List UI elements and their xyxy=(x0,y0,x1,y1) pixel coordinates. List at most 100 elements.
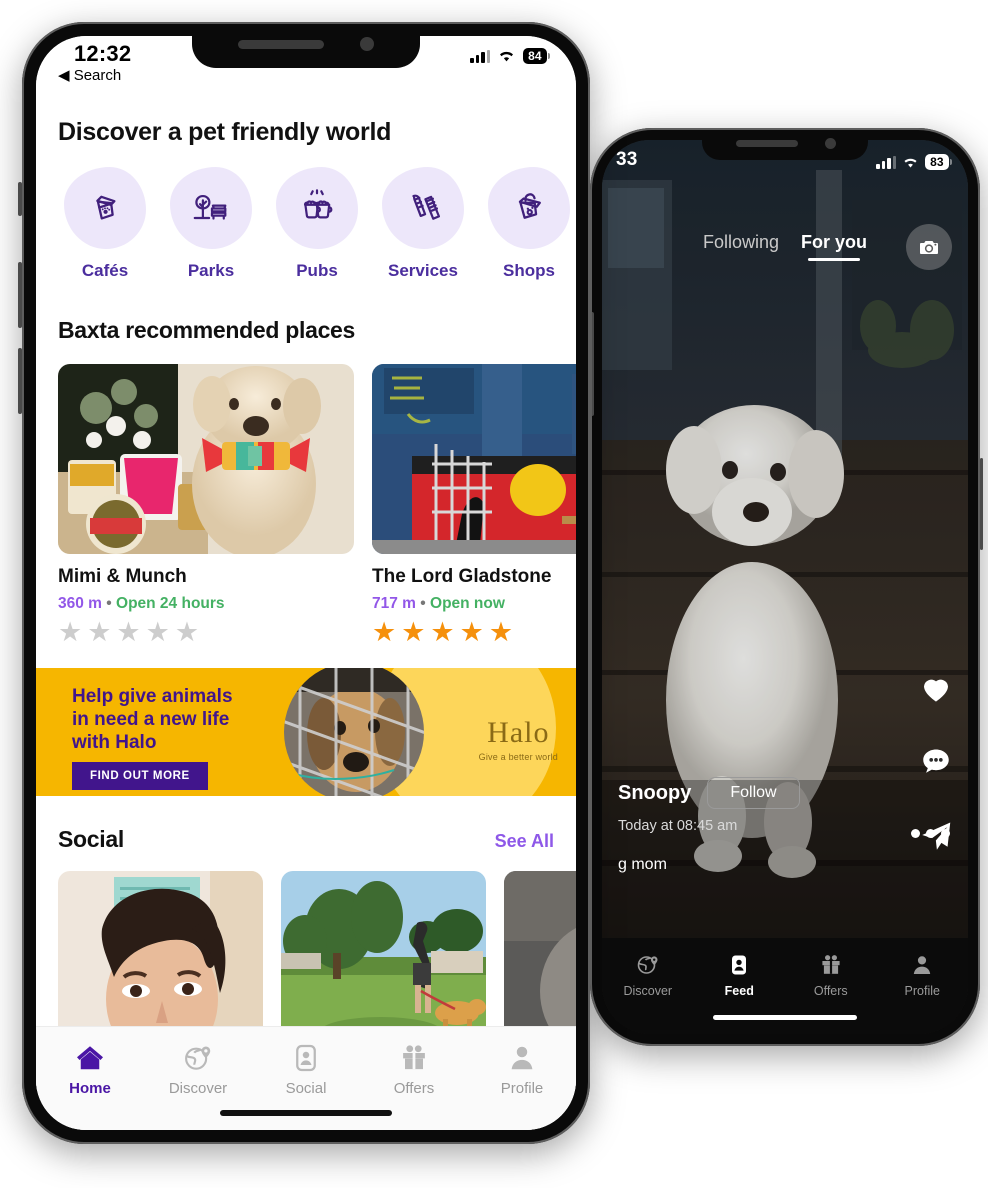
category-parks[interactable]: Parks xyxy=(158,167,264,281)
cellular-signal-icon xyxy=(470,49,491,63)
meta-separator: • xyxy=(106,595,112,612)
feed-post-image xyxy=(602,140,968,1034)
screenshot-stage: Following For you Snoopy Follow Today at… xyxy=(0,0,988,1188)
tab-profile[interactable]: Profile xyxy=(877,950,969,998)
place-image xyxy=(372,364,576,554)
place-distance: 717 m xyxy=(372,595,416,612)
tab-discover[interactable]: Discover xyxy=(144,1041,252,1097)
beer-cheers-icon xyxy=(303,189,333,219)
heart-icon xyxy=(924,679,948,702)
globe-pin-icon xyxy=(185,1046,211,1070)
find-out-more-button[interactable]: FIND OUT MORE xyxy=(72,762,208,790)
recommended-places-carousel[interactable]: Mimi & Munch 360 m • Open 24 hours ★★★★★ xyxy=(36,364,576,646)
rating-stars-empty[interactable]: ★★★★★ xyxy=(58,619,354,646)
back-to-search-link[interactable]: ◀ Search xyxy=(58,66,121,84)
like-button[interactable] xyxy=(916,670,956,711)
share-button[interactable] xyxy=(916,818,956,859)
power-button[interactable] xyxy=(590,312,594,416)
halo-logo: Halo Give a better world xyxy=(479,716,558,762)
tab-home[interactable]: Home xyxy=(36,1041,144,1097)
post-timestamp: Today at 08:45 am xyxy=(618,818,738,834)
tab-label: Social xyxy=(285,1080,327,1097)
camera-icon xyxy=(920,241,938,254)
banner-headline: Help give animals in need a new life wit… xyxy=(72,686,233,754)
earpiece-speaker xyxy=(238,40,324,49)
home-screen: Discover a pet friendly world Cafés Park… xyxy=(36,36,576,1130)
post-author-row: Snoopy Follow xyxy=(618,777,800,809)
comment-bubble-icon xyxy=(923,749,949,773)
category-label: Services xyxy=(388,261,458,280)
place-distance: 360 m xyxy=(58,595,102,612)
gift-icon xyxy=(822,955,840,974)
phone2-notch xyxy=(702,128,868,160)
power-button[interactable] xyxy=(980,458,983,550)
category-label: Pubs xyxy=(296,261,338,280)
wifi-icon xyxy=(904,158,917,168)
tab-for-you[interactable]: For you xyxy=(801,232,867,261)
recommended-section-title: Baxta recommended places xyxy=(58,317,356,343)
phone1-screen: Discover a pet friendly world Cafés Park… xyxy=(36,36,576,1130)
place-card[interactable]: The Lord Gladstone 717 m • Open now ★★★★… xyxy=(372,364,576,646)
tab-feed[interactable]: Feed xyxy=(694,950,786,998)
banner-dog-photo xyxy=(284,668,424,796)
rating-stars-filled[interactable]: ★★★★★ xyxy=(372,619,576,646)
social-section-title: Social xyxy=(58,826,124,852)
tab-label: Profile xyxy=(500,1080,544,1097)
tab-label: Discover xyxy=(168,1080,228,1097)
halo-wordmark: Halo xyxy=(487,716,550,749)
grooming-brush-comb-icon xyxy=(412,194,441,220)
place-name: Mimi & Munch xyxy=(58,566,187,587)
battery-level: 83 xyxy=(925,154,949,170)
wifi-icon xyxy=(500,51,514,62)
banner-line-2: in need a new life xyxy=(72,708,230,730)
meta-separator: • xyxy=(420,595,426,612)
post-username: Snoopy xyxy=(618,781,692,804)
battery-indicator: 83 xyxy=(925,154,952,170)
camera-button[interactable] xyxy=(906,224,952,270)
home-indicator[interactable] xyxy=(713,1015,857,1020)
feed-screen: Following For you Snoopy Follow Today at… xyxy=(602,140,968,1034)
tab-discover[interactable]: Discover xyxy=(602,950,694,998)
category-shops[interactable]: Shops xyxy=(476,167,576,281)
earpiece-speaker xyxy=(736,140,798,147)
category-label: Cafés xyxy=(81,261,129,280)
tab-offers[interactable]: Offers xyxy=(360,1041,468,1097)
banner-line-3: with Halo xyxy=(72,731,157,753)
contact-card-icon xyxy=(296,1044,316,1072)
tab-following[interactable]: Following xyxy=(703,232,779,261)
tab-label: Discover xyxy=(623,984,673,998)
see-all-link[interactable]: See All xyxy=(495,831,554,852)
place-card[interactable]: Mimi & Munch 360 m • Open 24 hours ★★★★★ xyxy=(58,364,354,646)
tab-label: Home xyxy=(69,1080,111,1097)
halo-promo-banner[interactable]: Help give animals in need a new life wit… xyxy=(36,668,576,796)
banner-line-1: Help give animals xyxy=(72,686,233,707)
gift-icon xyxy=(403,1045,425,1070)
category-pubs[interactable]: Pubs xyxy=(264,167,370,281)
place-image xyxy=(58,364,354,554)
silence-switch[interactable] xyxy=(18,182,22,216)
category-services[interactable]: Services xyxy=(370,167,476,281)
follow-button[interactable]: Follow xyxy=(707,777,800,809)
category-cafes[interactable]: Cafés xyxy=(52,167,158,281)
volume-up-button[interactable] xyxy=(18,262,22,328)
front-camera xyxy=(825,138,836,149)
person-icon xyxy=(511,1046,533,1070)
home-indicator[interactable] xyxy=(220,1110,392,1116)
volume-down-button[interactable] xyxy=(18,348,22,414)
person-icon xyxy=(914,956,931,974)
coffee-cup-paw-icon xyxy=(96,195,116,220)
battery-indicator: 84 xyxy=(523,48,550,64)
comment-button[interactable] xyxy=(917,745,955,784)
place-open-status: Open now xyxy=(430,595,505,612)
globe-pin-icon xyxy=(637,956,658,974)
tab-offers[interactable]: Offers xyxy=(785,950,877,998)
phone-device-feed: Following For you Snoopy Follow Today at… xyxy=(587,128,983,1046)
more-options-button[interactable] xyxy=(911,829,950,838)
status-indicators: 84 xyxy=(470,48,550,64)
status-time: 12:32 xyxy=(74,41,132,66)
phone-device-home: Discover a pet friendly world Cafés Park… xyxy=(18,22,594,1144)
tab-label: Offers xyxy=(813,984,848,998)
tab-profile[interactable]: Profile xyxy=(468,1041,576,1097)
tab-social[interactable]: Social xyxy=(252,1041,360,1097)
place-meta: 360 m • Open 24 hours xyxy=(58,595,354,613)
